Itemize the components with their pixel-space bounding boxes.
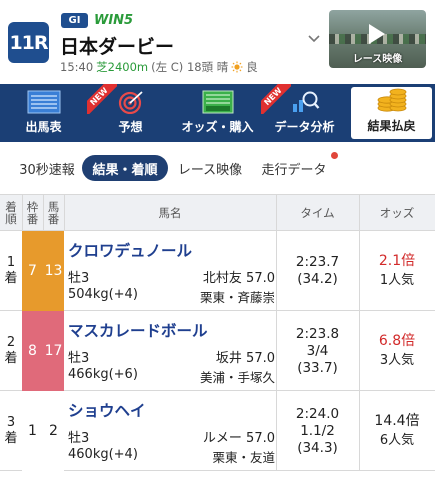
horse-name-link[interactable]: マスカレードボール: [68, 319, 208, 341]
nav-item-odds-purchase[interactable]: オッズ・購入: [174, 84, 261, 142]
table-row[interactable]: 2着 8 17 マスカレードボール 牡3 坂井 57.0 466kg(+6) 美…: [0, 311, 435, 391]
horse-name-link[interactable]: クロワデュノール: [68, 239, 192, 261]
race-nav-bar: 出馬表 NEW 予想 オッズ・購入 NEW データ分析 結果払戻: [0, 84, 435, 142]
header-odds: オッズ: [379, 206, 415, 220]
coins-icon: [377, 88, 406, 112]
nav-label: 予想: [118, 120, 143, 134]
race-title: 日本ダービー: [60, 36, 175, 58]
frame-number: 7: [22, 231, 43, 311]
frame-number: 1: [22, 391, 43, 471]
track-condition: 良: [246, 60, 258, 74]
new-ribbon: NEW: [261, 84, 291, 114]
race-time: 15:40: [60, 60, 94, 74]
horse-body-weight: 504kg(+4): [68, 287, 138, 302]
trainer: 美浦・手塚久: [199, 370, 275, 385]
ipat-ticket-icon: [202, 90, 233, 114]
frame-number: 8: [22, 311, 43, 391]
sun-icon: [231, 61, 243, 73]
new-ribbon: NEW: [87, 84, 117, 114]
notification-dot: [331, 152, 338, 159]
race-info: 15:40 芝2400m (左 C) 18頭 晴 良: [60, 59, 258, 75]
horse-number: 17: [43, 311, 64, 391]
table-row[interactable]: 3着 1 2 ショウヘイ 牡3 ルメー 57.0 460kg(+4) 栗東・友道…: [0, 391, 435, 471]
horse-body-weight: 466kg(+6): [68, 367, 138, 382]
race-conditions: (左 C) 18頭 晴: [151, 60, 229, 74]
tab-result-order[interactable]: 結果・着順: [82, 155, 168, 181]
jockey-weight: ルメー 57.0: [202, 431, 275, 446]
finish-rank: 3着: [4, 415, 18, 446]
win5-badge: WIN5: [94, 13, 134, 28]
nav-label: 出馬表: [25, 120, 62, 134]
trainer: 栗東・斉藤崇: [199, 290, 275, 305]
odds-cell: 6.8倍 3人気: [378, 333, 416, 368]
tab-running-data[interactable]: 走行データ: [256, 155, 332, 181]
finish-rank: 1着: [4, 255, 18, 286]
result-table-header: 着順 枠番 馬番 馬名 タイム オッズ: [0, 194, 435, 231]
play-icon: [369, 24, 385, 44]
horse-name-link[interactable]: ショウヘイ: [68, 399, 146, 421]
jockey-weight: 北村友 57.0: [202, 271, 275, 286]
horse-number: 2: [43, 391, 64, 471]
header-rank: 着順: [5, 200, 17, 226]
tab-race-video[interactable]: レース映像: [172, 155, 248, 181]
nav-item-results-payout[interactable]: 結果払戻: [351, 87, 432, 139]
table-icon: [27, 90, 60, 114]
magnifier-chart-icon: [292, 91, 319, 112]
trainer: 栗東・友道: [212, 450, 275, 465]
sex-age: 牡3: [68, 431, 90, 446]
chevron-down-icon[interactable]: [306, 30, 322, 46]
odds-cell: 14.4倍 6人気: [374, 413, 420, 448]
odds-cell: 2.1倍 1人気: [378, 253, 416, 288]
nav-item-data-analysis[interactable]: NEW データ分析: [261, 84, 348, 142]
race-header: 11R GI WIN5 日本ダービー 15:40 芝2400m (左 C) 18…: [0, 0, 435, 84]
horse-body-weight: 460kg(+4): [68, 447, 138, 462]
header-time: タイム: [300, 206, 335, 220]
nav-label: 結果払戻: [367, 119, 416, 133]
race-video-thumbnail[interactable]: レース映像: [329, 10, 426, 68]
header-horse-name: 馬名: [158, 206, 182, 220]
nav-item-prediction[interactable]: NEW 予想: [87, 84, 174, 142]
finish-rank: 2着: [4, 335, 18, 366]
race-time-cell: 2:23.8 3/4 (33.7): [295, 325, 340, 376]
header-frame: 枠番: [26, 200, 39, 226]
horse-number: 13: [43, 231, 64, 311]
race-time-cell: 2:23.7 (34.2): [295, 254, 340, 287]
race-badges: GI WIN5: [61, 13, 133, 28]
nav-label: オッズ・購入: [181, 120, 254, 134]
race-time-cell: 2:24.0 1.1/2 (34.3): [295, 405, 340, 456]
header-horse-number: 馬番: [47, 200, 60, 226]
jockey-weight: 坂井 57.0: [215, 351, 275, 366]
tab-30sec-flash[interactable]: 30秒速報: [12, 155, 82, 181]
sex-age: 牡3: [68, 351, 90, 366]
sex-age: 牡3: [68, 271, 90, 286]
result-subtabs: 30秒速報 結果・着順 レース映像 走行データ: [0, 146, 435, 188]
grade-badge: GI: [61, 13, 88, 28]
race-course: 芝2400m: [96, 60, 149, 74]
race-number-badge: 11R: [8, 22, 49, 63]
table-row[interactable]: 1着 7 13 クロワデュノール 牡3 北村友 57.0 504kg(+4) 栗…: [0, 231, 435, 311]
nav-label: データ分析: [274, 120, 335, 134]
nav-item-entries[interactable]: 出馬表: [0, 84, 87, 142]
video-caption: レース映像: [352, 54, 403, 65]
target-icon: [118, 91, 143, 114]
